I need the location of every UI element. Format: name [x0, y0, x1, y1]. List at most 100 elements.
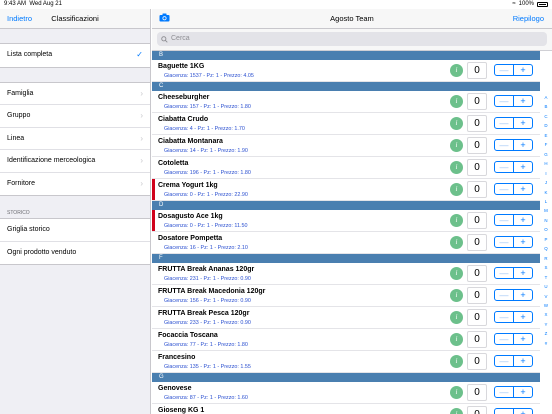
- increment-button[interactable]: +: [514, 268, 532, 278]
- product-row[interactable]: Cotoletta Giacenza: 196 - Pz: 1 - Prezzo:…: [152, 157, 540, 179]
- index-letter[interactable]: V: [542, 292, 550, 301]
- index-letter[interactable]: L: [542, 197, 550, 206]
- info-icon[interactable]: i: [450, 289, 463, 302]
- product-row[interactable]: FRUTTA Break Macedonia 120gr Giacenza: 15…: [152, 285, 540, 307]
- index-letter[interactable]: O: [542, 225, 550, 234]
- increment-button[interactable]: +: [514, 215, 532, 225]
- quantity-stepper[interactable]: — +: [494, 161, 533, 173]
- quantity-field[interactable]: 0: [467, 384, 487, 401]
- quantity-field[interactable]: 0: [467, 331, 487, 348]
- index-letter[interactable]: D: [542, 121, 550, 130]
- index-letter[interactable]: S: [542, 263, 550, 272]
- product-row[interactable]: Francesino Giacenza: 135 - Pz: 1 - Prezzo…: [152, 351, 540, 373]
- history-grid-item[interactable]: Griglia storico: [0, 219, 150, 242]
- decrement-button[interactable]: —: [495, 356, 514, 366]
- index-letter[interactable]: N: [542, 216, 550, 225]
- product-row[interactable]: Focaccia Toscana Giacenza: 77 - Pz: 1 - P…: [152, 329, 540, 351]
- increment-button[interactable]: +: [514, 96, 532, 106]
- info-icon[interactable]: i: [450, 355, 463, 368]
- increment-button[interactable]: +: [514, 334, 532, 344]
- quantity-field[interactable]: 0: [467, 353, 487, 370]
- filter-famiglia[interactable]: Famiglia ›: [0, 83, 150, 105]
- quantity-stepper[interactable]: — +: [494, 267, 533, 279]
- index-letter[interactable]: B: [542, 102, 550, 111]
- increment-button[interactable]: +: [514, 237, 532, 247]
- decrement-button[interactable]: —: [495, 65, 514, 75]
- decrement-button[interactable]: —: [495, 162, 514, 172]
- index-letter[interactable]: G: [542, 150, 550, 159]
- quantity-field[interactable]: 0: [467, 93, 487, 110]
- quantity-stepper[interactable]: — +: [494, 408, 533, 414]
- decrement-button[interactable]: —: [495, 215, 514, 225]
- index-letter[interactable]: A: [542, 93, 550, 102]
- increment-button[interactable]: +: [514, 387, 532, 397]
- quantity-stepper[interactable]: — +: [494, 183, 533, 195]
- index-letter[interactable]: #: [542, 339, 550, 348]
- index-letter[interactable]: Q: [542, 244, 550, 253]
- quantity-field[interactable]: 0: [467, 181, 487, 198]
- quantity-stepper[interactable]: — +: [494, 236, 533, 248]
- info-icon[interactable]: i: [450, 139, 463, 152]
- info-icon[interactable]: i: [450, 95, 463, 108]
- increment-button[interactable]: +: [514, 65, 532, 75]
- index-letter[interactable]: C: [542, 112, 550, 121]
- quantity-stepper[interactable]: — +: [494, 95, 533, 107]
- info-icon[interactable]: i: [450, 386, 463, 399]
- info-icon[interactable]: i: [450, 183, 463, 196]
- decrement-button[interactable]: —: [495, 290, 514, 300]
- increment-button[interactable]: +: [514, 118, 532, 128]
- filter-identificazione[interactable]: Identificazione merceologica ›: [0, 150, 150, 173]
- product-row[interactable]: Dosatore Pompetta Giacenza: 16 - Pz: 1 - …: [152, 232, 540, 254]
- quantity-field[interactable]: 0: [467, 265, 487, 282]
- quantity-field[interactable]: 0: [467, 115, 487, 132]
- product-row[interactable]: Crema Yogurt 1kg Giacenza: 0 - Pz: 1 - Pr…: [152, 179, 540, 201]
- decrement-button[interactable]: —: [495, 140, 514, 150]
- index-letter[interactable]: I: [542, 169, 550, 178]
- increment-button[interactable]: +: [514, 162, 532, 172]
- decrement-button[interactable]: —: [495, 387, 514, 397]
- quantity-stepper[interactable]: — +: [494, 333, 533, 345]
- decrement-button[interactable]: —: [495, 184, 514, 194]
- index-letter[interactable]: Z: [542, 329, 550, 338]
- history-every-product-item[interactable]: Ogni prodotto venduto: [0, 242, 150, 265]
- info-icon[interactable]: i: [450, 236, 463, 249]
- product-row[interactable]: FRUTTA Break Ananas 120gr Giacenza: 231 -…: [152, 263, 540, 285]
- product-row[interactable]: FRUTTA Break Pesca 120gr Giacenza: 233 - …: [152, 307, 540, 329]
- quantity-stepper[interactable]: — +: [494, 289, 533, 301]
- filter-fornitore[interactable]: Fornitore ›: [0, 173, 150, 196]
- index-letter[interactable]: K: [542, 188, 550, 197]
- product-row[interactable]: Ciabatta Crudo Giacenza: 4 - Pz: 1 - Prez…: [152, 113, 540, 135]
- quantity-stepper[interactable]: — +: [494, 214, 533, 226]
- filter-gruppo[interactable]: Gruppo ›: [0, 105, 150, 128]
- decrement-button[interactable]: —: [495, 118, 514, 128]
- info-icon[interactable]: i: [450, 408, 463, 414]
- product-row[interactable]: Genovese Giacenza: 87 - Pz: 1 - Prezzo: 1…: [152, 382, 540, 404]
- increment-button[interactable]: +: [514, 290, 532, 300]
- index-letter[interactable]: M: [542, 206, 550, 215]
- index-letter[interactable]: X: [542, 310, 550, 319]
- info-icon[interactable]: i: [450, 333, 463, 346]
- quantity-field[interactable]: 0: [467, 234, 487, 251]
- increment-button[interactable]: +: [514, 312, 532, 322]
- increment-button[interactable]: +: [514, 409, 532, 414]
- index-letter[interactable]: W: [542, 301, 550, 310]
- quantity-field[interactable]: 0: [467, 406, 487, 414]
- product-row[interactable]: Gioseng KG 1 i0 —+: [152, 404, 540, 414]
- section-index[interactable]: A B C D E F G H I J K L M N O P Q R S T U V W X Y Z #: [542, 93, 550, 348]
- quantity-field[interactable]: 0: [467, 287, 487, 304]
- quantity-stepper[interactable]: — +: [494, 311, 533, 323]
- decrement-button[interactable]: —: [495, 312, 514, 322]
- quantity-stepper[interactable]: — +: [494, 355, 533, 367]
- quantity-stepper[interactable]: — +: [494, 139, 533, 151]
- quantity-field[interactable]: 0: [467, 212, 487, 229]
- product-row[interactable]: Cheeseburgher Giacenza: 157 - Pz: 1 - Pre…: [152, 91, 540, 113]
- info-icon[interactable]: i: [450, 117, 463, 130]
- product-row[interactable]: Dosagusto Ace 1kg Giacenza: 0 - Pz: 1 - P…: [152, 210, 540, 232]
- index-letter[interactable]: R: [542, 254, 550, 263]
- quantity-field[interactable]: 0: [467, 62, 487, 79]
- index-letter[interactable]: T: [542, 273, 550, 282]
- info-icon[interactable]: i: [450, 311, 463, 324]
- quantity-stepper[interactable]: — +: [494, 64, 533, 76]
- increment-button[interactable]: +: [514, 356, 532, 366]
- increment-button[interactable]: +: [514, 184, 532, 194]
